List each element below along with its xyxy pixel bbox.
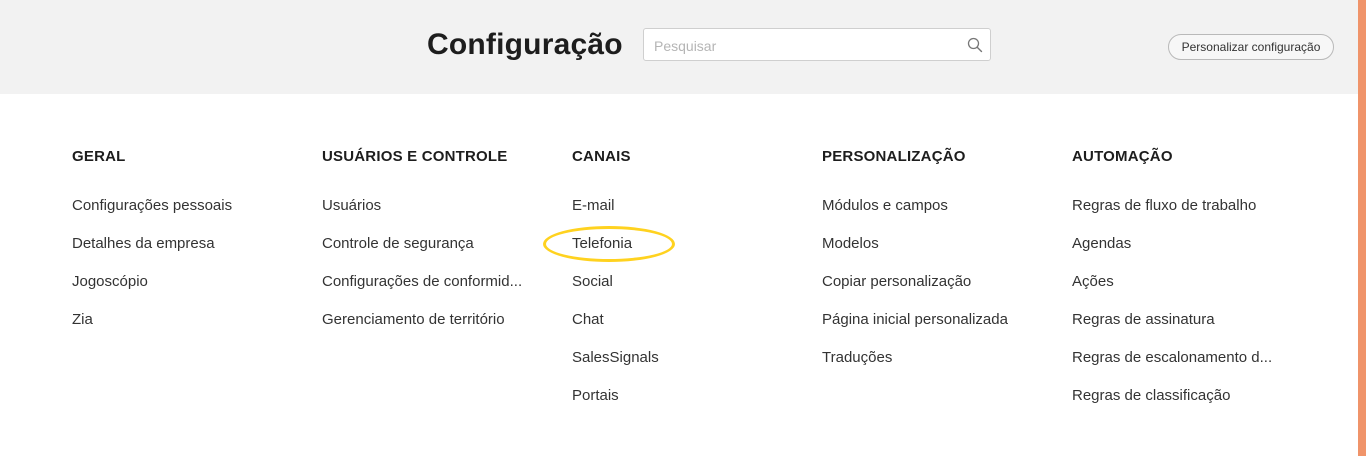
- section-automation: AUTOMAÇÃO Regras de fluxo de trabalho Ag…: [1072, 148, 1302, 425]
- setup-link-escalation-rules[interactable]: Regras de escalonamento d...: [1072, 349, 1282, 387]
- setup-link-compliance-settings[interactable]: Configurações de conformid...: [322, 273, 532, 311]
- setup-link-territory-management[interactable]: Gerenciamento de território: [322, 311, 532, 349]
- setup-link-copy-customization[interactable]: Copiar personalização: [822, 273, 1032, 311]
- setup-link-templates[interactable]: Modelos: [822, 235, 1032, 273]
- section-title: AUTOMAÇÃO: [1072, 148, 1173, 165]
- scrollbar[interactable]: [1358, 0, 1366, 456]
- setup-link-gamescope[interactable]: Jogoscópio: [72, 273, 282, 311]
- section-title: PERSONALIZAÇÃO: [822, 148, 966, 165]
- section-title: GERAL: [72, 148, 126, 165]
- search-input[interactable]: [652, 29, 966, 62]
- setup-link-modules-fields[interactable]: Módulos e campos: [822, 197, 1032, 235]
- section-geral: GERAL Configurações pessoais Detalhes da…: [72, 148, 302, 349]
- setup-link-company-details[interactable]: Detalhes da empresa: [72, 235, 282, 273]
- setup-header: Configuração Personalizar configuração: [0, 0, 1358, 94]
- setup-link-portals[interactable]: Portais: [572, 387, 782, 425]
- search-box[interactable]: [643, 28, 991, 62]
- setup-link-social[interactable]: Social: [572, 273, 782, 311]
- section-users-control: USUÁRIOS E CONTROLE Usuários Controle de…: [322, 148, 552, 349]
- setup-link-users[interactable]: Usuários: [322, 197, 532, 235]
- setup-link-email[interactable]: E-mail: [572, 197, 782, 235]
- setup-link-telephony[interactable]: Telefonia: [572, 235, 782, 273]
- setup-link-salessignals[interactable]: SalesSignals: [572, 349, 782, 387]
- setup-link-zia[interactable]: Zia: [72, 311, 282, 349]
- customize-setup-button[interactable]: Personalizar configuração: [1168, 34, 1334, 60]
- setup-link-personal-settings[interactable]: Configurações pessoais: [72, 197, 282, 235]
- setup-link-workflow-rules[interactable]: Regras de fluxo de trabalho: [1072, 197, 1282, 235]
- section-channels: CANAIS E-mail Telefonia Social Chat Sale…: [572, 148, 802, 425]
- page-title: Configuração: [427, 28, 623, 61]
- setup-link-translations[interactable]: Traduções: [822, 349, 1032, 387]
- section-title: USUÁRIOS E CONTROLE: [322, 148, 508, 165]
- setup-link-assignment-rules[interactable]: Regras de assinatura: [1072, 311, 1282, 349]
- setup-link-custom-home-page[interactable]: Página inicial personalizada: [822, 311, 1032, 349]
- setup-link-scoring-rules[interactable]: Regras de classificação: [1072, 387, 1282, 425]
- setup-link-actions[interactable]: Ações: [1072, 273, 1282, 311]
- section-customization: PERSONALIZAÇÃO Módulos e campos Modelos …: [822, 148, 1052, 387]
- search-icon[interactable]: [967, 37, 983, 53]
- setup-link-security-control[interactable]: Controle de segurança: [322, 235, 532, 273]
- setup-link-schedules[interactable]: Agendas: [1072, 235, 1282, 273]
- section-title: CANAIS: [572, 148, 631, 165]
- setup-link-chat[interactable]: Chat: [572, 311, 782, 349]
